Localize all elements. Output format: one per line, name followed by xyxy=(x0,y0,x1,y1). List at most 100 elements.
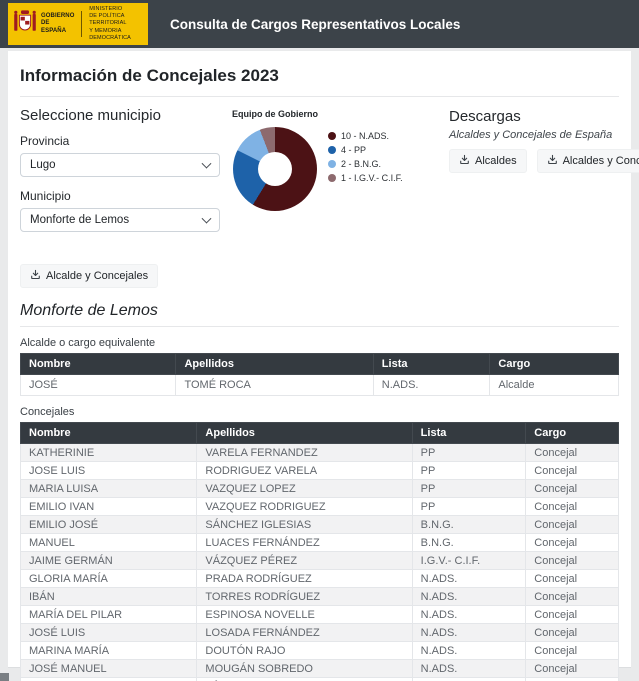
column-header: Cargo xyxy=(490,354,619,375)
download-alcalde-concejales-municipio-button[interactable]: Alcalde y Concejales xyxy=(20,264,158,288)
donut-hole xyxy=(258,152,292,186)
table-cell: N.ADS. xyxy=(373,375,490,396)
spain-coat-of-arms-icon xyxy=(13,8,37,41)
table-row: MARINA MARÍADOUTÓN RAJON.ADS.Concejal xyxy=(21,642,619,660)
download-icon xyxy=(547,154,558,168)
table-cell: LUACES FERNÁNDEZ xyxy=(197,534,412,552)
download-alcaldes-label: Alcaldes xyxy=(475,155,517,167)
content-card: Información de Concejales 2023 Seleccion… xyxy=(8,51,631,668)
table-row: JOSÉ MANUELMOUGÁN SOBREDON.ADS.Concejal xyxy=(21,660,619,678)
download-alcaldes-concejales-label: Alcaldes y Concejales xyxy=(563,155,639,167)
municipality-name-heading: Monforte de Lemos xyxy=(20,302,619,320)
legend-dot-icon xyxy=(328,160,336,168)
legend-dot-icon xyxy=(328,174,336,182)
table-row: MARIA LUISAVAZQUEZ LOPEZPPConcejal xyxy=(21,480,619,498)
table-cell: JOSÉ MANUEL xyxy=(21,660,197,678)
table-cell: MOUGÁN SOBREDO xyxy=(197,660,412,678)
chart-title: Equipo de Gobierno xyxy=(232,109,318,119)
table-cell: Concejal xyxy=(526,516,619,534)
table-cell: Concejal xyxy=(526,498,619,516)
selector-heading: Seleccione municipio xyxy=(20,107,232,124)
table-cell: JOSÉ xyxy=(21,375,176,396)
top-section: Seleccione municipio Provincia Lugo Muni… xyxy=(20,107,619,244)
table-cell: N.ADS. xyxy=(412,588,526,606)
table-row: EMILIO IVANVAZQUEZ RODRIGUEZPPConcejal xyxy=(21,498,619,516)
table-cell: Concejal xyxy=(526,552,619,570)
table-cell: N.ADS. xyxy=(412,660,526,678)
chart-main: Equipo de Gobierno xyxy=(232,109,318,211)
table-cell: MARIA LUISA xyxy=(21,480,197,498)
table-cell: B.N.G. xyxy=(412,516,526,534)
downloads-heading: Descargas xyxy=(449,108,639,125)
table-row: MANUELLUACES FERNÁNDEZB.N.G.Concejal xyxy=(21,534,619,552)
table-cell: VAZQUEZ LOPEZ xyxy=(197,480,412,498)
legend-item: 10 - N.ADS. xyxy=(328,131,403,141)
table-row: JAIME GERMÁNVÁZQUEZ PÉREZI.G.V.- C.I.F.C… xyxy=(21,552,619,570)
table-cell: Concejal xyxy=(526,678,619,681)
alcalde-table-head: NombreApellidosListaCargo xyxy=(21,354,619,375)
table-cell: REGINA xyxy=(21,678,197,681)
table-cell: EMILIO IVAN xyxy=(21,498,197,516)
ministry-text: MINISTERIO DE POLÍTICA TERRITORIAL Y MEM… xyxy=(89,6,143,42)
table-cell: Concejal xyxy=(526,462,619,480)
legend-dot-icon xyxy=(328,146,336,154)
header-row: NombreApellidosListaCargo xyxy=(21,423,619,444)
table-cell: PP xyxy=(412,498,526,516)
table-cell: VAZQUEZ RODRIGUEZ xyxy=(197,498,412,516)
downloads-buttons: Alcaldes Alcaldes y Concejales xyxy=(449,149,639,173)
download-municipio-label: Alcalde y Concejales xyxy=(46,270,148,282)
table-cell: B.N.G. xyxy=(412,534,526,552)
table-cell: MANUEL xyxy=(21,534,197,552)
table-cell: JAIME GERMÁN xyxy=(21,552,197,570)
downloads-subtitle: Alcaldes y Concejales de España xyxy=(449,129,639,141)
table-cell: N.ADS. xyxy=(412,606,526,624)
table-cell: TORRES RODRÍGUEZ xyxy=(197,588,412,606)
table-cell: PRADA RODRÍGUEZ xyxy=(197,570,412,588)
table-row: JOSÉTOMÉ ROCAN.ADS.Alcalde xyxy=(21,375,619,396)
concejales-table-body: KATHERINIEVARELA FERNANDEZPPConcejalJOSE… xyxy=(21,444,619,681)
provincia-select[interactable]: Lugo xyxy=(20,153,220,177)
alcalde-table-caption: Alcalde o cargo equivalente xyxy=(20,337,619,349)
table-cell: Concejal xyxy=(526,444,619,462)
table-cell: TOMÉ ROCA xyxy=(176,375,373,396)
table-cell: PP xyxy=(412,444,526,462)
table-cell: JOSE LUIS xyxy=(21,462,197,480)
concejales-table-head: NombreApellidosListaCargo xyxy=(21,423,619,444)
municipio-label: Municipio xyxy=(20,189,232,203)
download-icon xyxy=(30,269,41,283)
column-header: Apellidos xyxy=(197,423,412,444)
table-row: KATHERINIEVARELA FERNANDEZPPConcejal xyxy=(21,444,619,462)
download-alcaldes-button[interactable]: Alcaldes xyxy=(449,149,527,173)
table-row: EMILIO JOSÉSÁNCHEZ IGLESIASB.N.G.Conceja… xyxy=(21,516,619,534)
legend-label: 2 - B.N.G. xyxy=(341,159,381,169)
table-cell: Concejal xyxy=(526,534,619,552)
table-cell: JOSÉ LUIS xyxy=(21,624,197,642)
download-icon xyxy=(459,154,470,168)
page-title: Información de Concejales 2023 xyxy=(20,66,619,86)
donut-chart xyxy=(233,127,317,211)
table-cell: N.ADS. xyxy=(412,642,526,660)
table-cell: Concejal xyxy=(526,480,619,498)
table-row: MARÍA DEL PILARESPINOSA NOVELLEN.ADS.Con… xyxy=(21,606,619,624)
legend-label: 4 - PP xyxy=(341,145,366,155)
municipio-select[interactable]: Monforte de Lemos xyxy=(20,208,220,232)
table-cell: GLORIA MARÍA xyxy=(21,570,197,588)
table-row: JOSE LUISRODRIGUEZ VARELAPPConcejal xyxy=(21,462,619,480)
column-header: Cargo xyxy=(526,423,619,444)
table-cell: LOSADA FERNÁNDEZ xyxy=(197,624,412,642)
download-alcaldes-concejales-button[interactable]: Alcaldes y Concejales xyxy=(537,149,639,173)
table-cell: DOUTÓN RAJO xyxy=(197,642,412,660)
table-cell: SÁNCHEZ IGLESIAS xyxy=(197,516,412,534)
municipality-selector: Seleccione municipio Provincia Lugo Muni… xyxy=(20,107,232,244)
table-cell: PP xyxy=(412,462,526,480)
concejales-table: NombreApellidosListaCargo KATHERINIEVARE… xyxy=(20,422,619,681)
legend-item: 2 - B.N.G. xyxy=(328,159,403,169)
header-row: NombreApellidosListaCargo xyxy=(21,354,619,375)
column-header: Lista xyxy=(373,354,490,375)
legend-dot-icon xyxy=(328,132,336,140)
provincia-label: Provincia xyxy=(20,134,232,148)
table-cell: VÁZQUEZ PÉREZ xyxy=(197,552,412,570)
alcalde-table: NombreApellidosListaCargo JOSÉTOMÉ ROCAN… xyxy=(20,353,619,396)
table-cell: Concejal xyxy=(526,624,619,642)
table-cell: Concejal xyxy=(526,570,619,588)
